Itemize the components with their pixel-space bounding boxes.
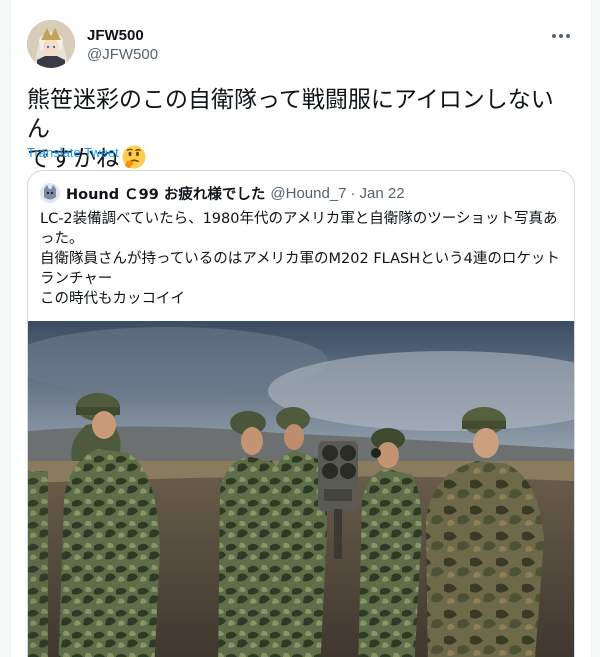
- thinking-face-icon: [122, 145, 146, 169]
- tweet-text-line: 熊笹迷彩のこの自衛隊って戦闘服にアイロンしないん: [27, 87, 554, 142]
- quoted-tweet[interactable]: Hound Ｃ99 お疲れ様でした @Hound_7 · Jan 22 LC-2…: [27, 170, 575, 657]
- quoted-text-line: LC-2装備調べていたら、1980年代のアメリカ軍と自衛隊のツーショット写真あ: [40, 211, 558, 227]
- quoted-text-line: 自衛隊員さんが持っているのはアメリカ軍のM202 FLASHという4連のロケット: [40, 251, 560, 267]
- author-handle[interactable]: @JFW500: [87, 45, 158, 65]
- translate-tweet-link[interactable]: Translate Tweet: [27, 145, 119, 160]
- quoted-text-line: この時代もカッコイイ: [40, 291, 185, 307]
- tweet-card: JFW500 @JFW500 熊笹迷彩のこの自衛隊って戦闘服にアイロンしないん …: [10, 0, 592, 657]
- tweet-text: 熊笹迷彩のこの自衛隊って戦闘服にアイロンしないん ですかね: [27, 86, 572, 174]
- quoted-display-name[interactable]: Hound Ｃ99 お疲れ様でした: [66, 183, 265, 204]
- tweet-header: JFW500 @JFW500: [27, 20, 575, 72]
- quoted-tweet-text: LC-2装備調べていたら、1980年代のアメリカ軍と自衛隊のツーショット写真あ …: [40, 209, 564, 309]
- quoted-text-line: ランチャー: [40, 271, 113, 287]
- more-options-button[interactable]: [547, 22, 575, 50]
- quoted-avatar-image: [40, 183, 60, 203]
- separator-dot: ·: [350, 184, 356, 202]
- author-info: JFW500 @JFW500: [87, 26, 158, 65]
- quoted-tweet-header: Hound Ｃ99 お疲れ様でした @Hound_7 · Jan 22: [40, 183, 405, 203]
- quoted-handle[interactable]: @Hound_7: [270, 185, 346, 202]
- quoted-date[interactable]: Jan 22: [360, 185, 405, 202]
- avatar[interactable]: [27, 20, 75, 68]
- quoted-avatar[interactable]: [40, 183, 60, 203]
- avatar-image: [27, 20, 75, 68]
- quoted-text-line: った。: [40, 231, 84, 247]
- author-display-name[interactable]: JFW500: [87, 26, 158, 45]
- more-horizontal-icon: [552, 34, 556, 38]
- quoted-photo[interactable]: [28, 321, 574, 657]
